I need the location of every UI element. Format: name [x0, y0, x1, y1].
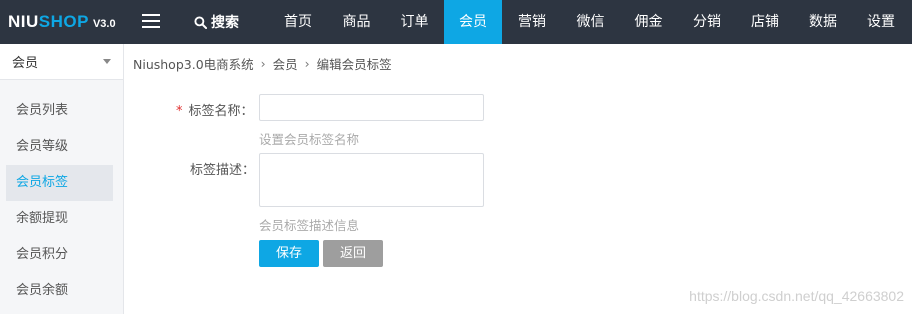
- sidebar-item[interactable]: 会员列表: [6, 93, 113, 129]
- nav-item[interactable]: 商品: [328, 0, 385, 44]
- nav-item[interactable]: 首页: [268, 0, 328, 44]
- sidebar-item[interactable]: 会员等级: [6, 129, 113, 165]
- tag-name-hint: 设置会员标签名称: [259, 132, 360, 147]
- breadcrumb-item-home[interactable]: Niushop3.0电商系统: [133, 54, 254, 73]
- nav-item[interactable]: 佣金: [619, 0, 678, 44]
- nav-item[interactable]: 店铺: [736, 0, 794, 44]
- tag-name-label: * 标签名称：: [176, 104, 254, 119]
- sidebar-item[interactable]: 会员标签: [6, 165, 113, 201]
- nav-item[interactable]: 会员: [444, 0, 502, 44]
- tag-description-hint: 会员标签描述信息: [259, 218, 360, 233]
- nav-item[interactable]: 微信: [562, 0, 619, 44]
- logo-brand: NIUSHOP: [8, 12, 89, 31]
- sidebar-item[interactable]: 余额提现: [6, 201, 113, 237]
- nav-item[interactable]: 设置: [852, 0, 910, 44]
- breadcrumb-separator: ›: [304, 55, 310, 71]
- search-button[interactable]: 搜索: [194, 12, 239, 32]
- sidebar-item[interactable]: 会员余额: [6, 273, 113, 309]
- menu-toggle-icon[interactable]: [142, 14, 160, 30]
- breadcrumb-item-members[interactable]: 会员: [273, 54, 298, 73]
- sidebar-item[interactable]: 会员积分: [6, 237, 113, 273]
- tag-description-label: 标签描述：: [190, 163, 256, 178]
- caret-down-icon: [103, 59, 111, 64]
- search-label: 搜索: [211, 15, 239, 31]
- watermark: https://blog.csdn.net/qq_42663802: [689, 288, 904, 304]
- save-button[interactable]: 保存: [259, 240, 319, 267]
- back-button[interactable]: 返回: [323, 240, 383, 267]
- tag-description-textarea[interactable]: [259, 153, 484, 207]
- sidebar-module-select[interactable]: 会员: [0, 44, 123, 80]
- nav-item[interactable]: 营销: [502, 0, 562, 44]
- nav-item[interactable]: 数据: [794, 0, 852, 44]
- logo[interactable]: NIUSHOP V3.0: [8, 12, 116, 32]
- logo-version: V3.0: [92, 18, 116, 30]
- breadcrumb: Niushop3.0电商系统 › 会员 › 编辑会员标签: [133, 54, 392, 72]
- sidebar: 会员 会员列表 会员等级 会员标签 余额提现 会员积分 会员余额: [0, 44, 124, 314]
- search-icon: [194, 15, 207, 29]
- nav-item[interactable]: 分销: [678, 0, 736, 44]
- tag-name-input[interactable]: [259, 94, 484, 121]
- breadcrumb-item-current: 编辑会员标签: [316, 56, 392, 72]
- nav-item[interactable]: 订单: [385, 0, 444, 44]
- required-asterisk: *: [176, 104, 183, 119]
- breadcrumb-separator: ›: [260, 55, 266, 71]
- main-nav: 首页 商品 订单 会员 营销 微信 佣金 分销 店铺 数据 设置: [268, 0, 910, 44]
- sidebar-menu: 会员列表 会员等级 会员标签 余额提现 会员积分 会员余额: [0, 93, 123, 309]
- top-navbar: NIUSHOP V3.0 搜索 首页 商品 订单 会员 营销 微信 佣金 分销 店铺 数据 设置: [0, 0, 912, 44]
- sidebar-module-label: 会员: [12, 56, 39, 71]
